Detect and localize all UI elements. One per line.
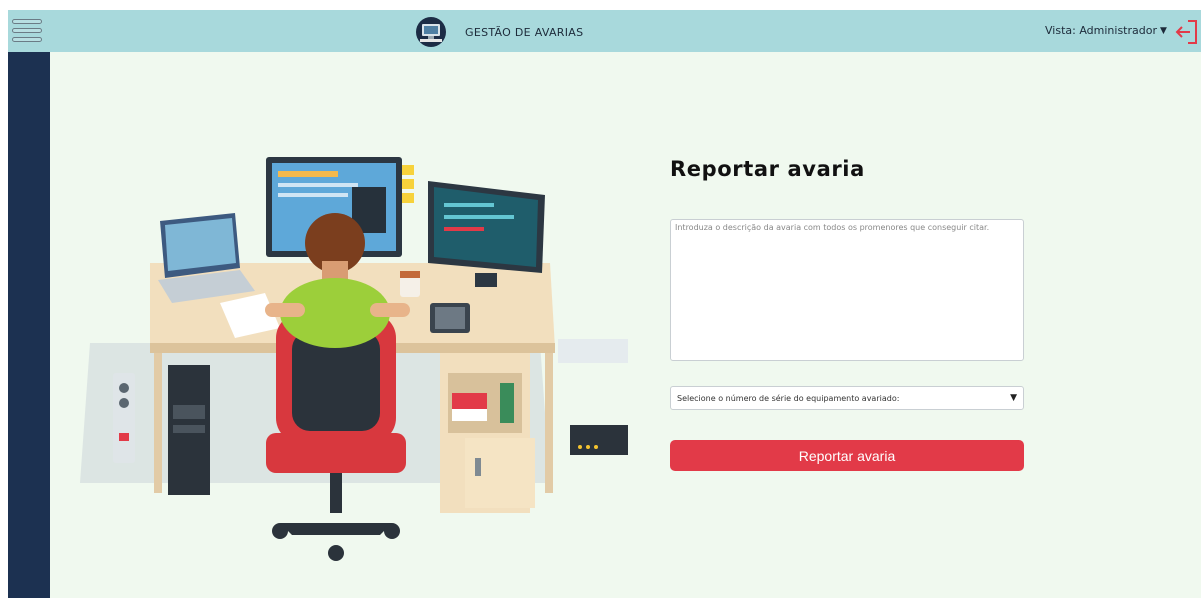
brand: GESTÃO DE AVARIAS	[416, 17, 583, 47]
logout-icon[interactable]	[1175, 18, 1201, 46]
chevron-down-icon: ▼	[1010, 393, 1017, 403]
serial-select-value: Selecione o número de série do equipamen…	[677, 393, 900, 403]
hamburger-icon[interactable]	[12, 19, 42, 43]
report-button[interactable]: Reportar avaria	[670, 440, 1024, 471]
view-selector[interactable]: Vista: Administrador ▼	[1045, 24, 1167, 37]
top-bar: GESTÃO DE AVARIAS Vista: Administrador ▼	[8, 10, 1201, 52]
serial-number-select[interactable]: Selecione o número de série do equipamen…	[670, 386, 1024, 410]
view-label: Vista: Administrador	[1045, 24, 1157, 37]
chevron-down-icon: ▼	[1159, 25, 1167, 36]
developer-desk-illustration	[80, 143, 630, 563]
page: GESTÃO DE AVARIAS Vista: Administrador ▼	[8, 10, 1201, 598]
computer-logo-icon	[416, 17, 446, 47]
page-title: Reportar avaria	[670, 157, 865, 181]
sidebar	[8, 52, 50, 598]
app-title: GESTÃO DE AVARIAS	[465, 25, 584, 39]
description-textarea[interactable]	[670, 219, 1024, 361]
